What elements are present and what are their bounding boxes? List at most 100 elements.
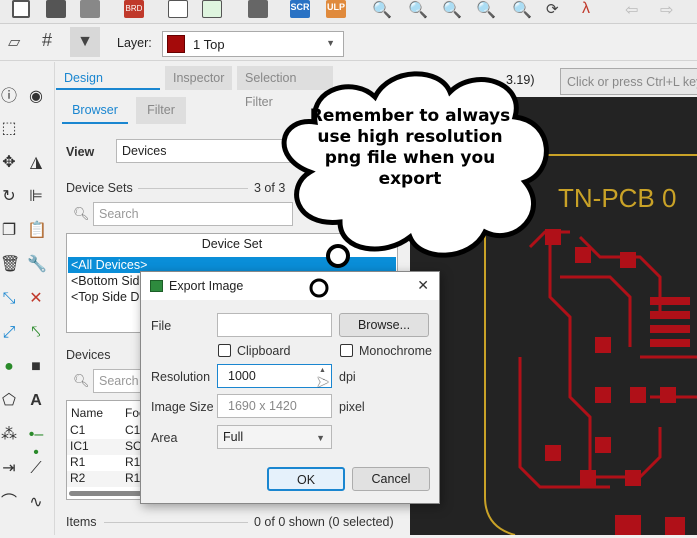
tab-browser[interactable]: Browser <box>62 97 128 124</box>
resolution-unit: dpi <box>339 370 356 384</box>
ok-button[interactable]: OK <box>267 467 345 491</box>
monochrome-checkbox[interactable] <box>340 344 353 357</box>
view-label: View <box>66 145 95 159</box>
mirror-icon[interactable]: ◮ <box>27 154 45 172</box>
dialog-title: Export Image <box>169 279 244 293</box>
copy-icon[interactable]: ❐ <box>0 222 18 240</box>
clipboard-label: Clipboard <box>237 344 291 358</box>
zoom-fit-icon[interactable]: 🔍 <box>372 0 392 19</box>
callout-text: Remember to always use high resolution p… <box>309 106 511 189</box>
ulp-icon[interactable]: ULP <box>326 0 346 18</box>
arc-icon[interactable]: ⌒ <box>0 494 18 512</box>
eye-icon[interactable]: ◉ <box>27 88 45 106</box>
route-icon[interactable]: ⤡ <box>0 290 18 308</box>
optimize-icon[interactable]: ⤣ <box>27 324 45 342</box>
info-icon[interactable]: ⓘ <box>0 88 18 106</box>
layer-color-swatch <box>167 35 185 53</box>
column-header[interactable]: Name <box>71 406 103 420</box>
ripup-icon[interactable]: ✕ <box>27 290 45 308</box>
area-select[interactable]: Full ▼ <box>217 425 332 449</box>
pads <box>545 229 690 535</box>
area-label: Area <box>151 431 178 445</box>
via-icon[interactable]: ● <box>0 358 18 376</box>
board-label: TN-PCB 0 <box>558 183 677 213</box>
zoom-in-icon[interactable]: 🔍 <box>408 0 428 19</box>
grid-icon[interactable]: # <box>42 30 52 51</box>
divider <box>138 188 248 189</box>
brd-icon <box>150 280 163 292</box>
items-title: Items <box>66 515 97 529</box>
polygon-icon[interactable]: ⬠ <box>0 392 18 410</box>
text-icon[interactable]: A <box>27 392 45 410</box>
image-size-label: Image Size <box>151 400 214 414</box>
table-row[interactable]: IC1SOIC8 <box>67 439 145 455</box>
print-icon[interactable] <box>80 0 100 18</box>
pad-icon[interactable]: ■ <box>27 358 45 376</box>
group-select-icon[interactable]: ⬚ <box>0 120 18 138</box>
zoom-out-alt-icon[interactable]: 🔍 <box>476 0 496 19</box>
redraw-icon[interactable]: ⟳ <box>546 0 566 18</box>
swap-icon[interactable]: ⇥ <box>0 460 18 478</box>
clipboard-checkbox[interactable] <box>218 344 231 357</box>
save-icon[interactable] <box>46 0 66 18</box>
wire-icon[interactable]: •–• <box>27 426 45 461</box>
cancel-button[interactable]: Cancel <box>352 467 430 491</box>
autoroute-icon[interactable]: ⤢ <box>0 324 18 342</box>
chevron-down-icon: ▼ <box>316 433 325 443</box>
devices-title: Devices <box>66 348 111 362</box>
meander-icon[interactable]: ∿ <box>27 494 45 512</box>
device-sets-search[interactable]: Search <box>93 202 293 226</box>
tab-filter[interactable]: Filter <box>136 97 186 124</box>
ratsnest-icon[interactable]: λ <box>582 0 602 18</box>
move-icon[interactable]: ✥ <box>0 154 18 172</box>
layer-value: 1 Top <box>193 37 225 52</box>
browse-button[interactable]: Browse... <box>339 313 429 337</box>
search-icon[interactable]: 🔍︎ <box>73 373 90 389</box>
file-label: File <box>151 319 172 333</box>
scr-icon[interactable]: SCR <box>290 0 310 18</box>
layer-select[interactable]: 1 Top ▼ <box>162 31 344 57</box>
tool-column: ⓘ ◉ ⬚ ✥ ◮ ↻ ⊫ ❐ 📋 🗑 🔧 ⤡ ✕ ⤢ ⤣ ● ■ ⬠ A ⁂ … <box>0 62 55 535</box>
export-icon[interactable] <box>202 0 222 18</box>
line-icon[interactable]: ⟋ <box>27 460 45 478</box>
filter-icon[interactable]: ▼ <box>70 27 100 57</box>
import-icon[interactable] <box>12 0 30 18</box>
cam-icon[interactable] <box>168 0 188 18</box>
resolution-spinbox[interactable]: 1000 <box>217 364 332 388</box>
items-count: 0 of 0 shown (0 selected) <box>254 515 394 529</box>
signal-icon[interactable]: ⁂ <box>0 426 18 444</box>
scrollbar[interactable] <box>69 491 145 496</box>
paste-icon[interactable]: 📋 <box>27 222 47 240</box>
command-input[interactable]: Click or press Ctrl+L key <box>560 68 697 95</box>
export-image-dialog: Export Image ✕ File Browse... Clipboard … <box>140 271 440 504</box>
search-icon[interactable]: 🔍︎ <box>73 206 90 222</box>
tab-inspector[interactable]: Inspector <box>165 66 232 90</box>
rotate-icon[interactable]: ↻ <box>0 188 18 206</box>
zoom-select-icon[interactable]: 🔍 <box>512 0 532 19</box>
file-input[interactable] <box>217 313 332 337</box>
tab-design-manager[interactable]: Design Manager <box>56 66 160 109</box>
main-toolbar: BRD SCR ULP 🔍 🔍 🔍 🔍 🔍 ⟳ λ ⇦ ⇨ <box>0 0 697 24</box>
image-size-unit: pixel <box>339 400 365 414</box>
view-select[interactable]: Devices <box>116 139 296 163</box>
undo-icon[interactable]: ⇦ <box>625 0 645 19</box>
image-size-field: 1690 x 1420 <box>217 394 332 418</box>
table-row[interactable]: R2R1206 <box>67 471 145 487</box>
zoom-out-icon[interactable]: 🔍 <box>442 0 462 19</box>
delete-icon[interactable]: 🗑 <box>0 256 20 274</box>
layer-label: Layer: <box>117 36 152 50</box>
devices-table: Name Footprint C1C1206 IC1SOIC8 R1R1206 … <box>66 400 146 500</box>
device-sets-title: Device Sets <box>66 181 133 195</box>
redo-icon[interactable]: ⇨ <box>660 0 680 19</box>
wrench-icon[interactable]: 🔧 <box>27 256 47 274</box>
mouse-cursor-icon: ➤ <box>316 374 330 391</box>
layers-icon[interactable]: ▱ <box>8 32 20 52</box>
chevron-down-icon: ▼ <box>326 38 335 48</box>
monochrome-label: Monochrome <box>359 344 432 358</box>
brd-icon[interactable]: BRD <box>124 0 144 18</box>
divider <box>104 522 248 523</box>
align-icon[interactable]: ⊫ <box>27 188 45 206</box>
library-icon[interactable] <box>248 0 268 18</box>
layer-toolbar: ▱ # ▼ Layer: 1 Top ▼ <box>0 25 697 61</box>
resolution-label: Resolution <box>151 370 211 384</box>
